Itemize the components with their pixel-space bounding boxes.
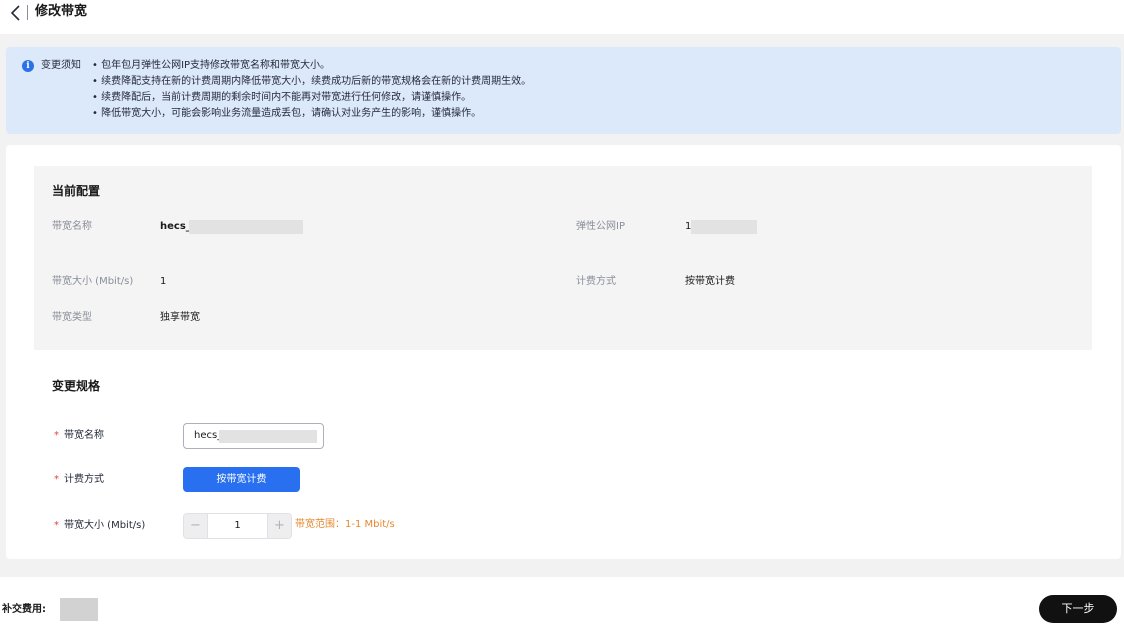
notice-item: 包年包月弹性公网IP支持修改带宽名称和带宽大小。	[92, 58, 531, 74]
footer-bar: 补交费用: 下一步	[0, 577, 1124, 634]
eip-label: 弹性公网IP	[576, 221, 625, 232]
decrement-button[interactable]: −	[184, 514, 208, 538]
name-field-label: * 带宽名称	[54, 430, 104, 441]
notice-list: 包年包月弹性公网IP支持修改带宽名称和带宽大小。 续费降配支持在新的计费周期内降…	[92, 58, 531, 122]
billing-field-label: * 计费方式	[54, 474, 104, 485]
bandwidth-size-input[interactable]: 1	[208, 514, 267, 538]
current-config-title: 当前配置	[52, 184, 101, 198]
redacted-mask	[691, 220, 757, 234]
redacted-mask	[189, 220, 303, 234]
fee-label: 补交费用:	[2, 604, 46, 615]
title-divider	[27, 5, 28, 20]
bandwidth-name-input-value: hecs_	[194, 430, 223, 441]
bandwidth-type-value: 独享带宽	[160, 312, 200, 323]
page-title: 修改带宽	[35, 4, 88, 19]
top-bar: 修改带宽	[0, 0, 1124, 34]
notice-item: 续费降配后，当前计费周期的剩余时间内不能再对带宽进行任何修改，请谨慎操作。	[92, 90, 531, 106]
size-field-label: * 带宽大小 (Mbit/s)	[54, 520, 146, 531]
current-config-panel: 当前配置 带宽名称 hecs_ 弹性公网IP 1 带宽大小 (Mbit/s) 1…	[34, 166, 1092, 350]
required-mark: *	[54, 520, 59, 531]
redacted-mask	[219, 430, 317, 443]
bandwidth-size-label: 带宽大小 (Mbit/s)	[52, 276, 134, 287]
billing-mode-label: 计费方式	[576, 276, 616, 287]
required-mark: *	[54, 430, 59, 441]
change-notice-banner: i 变更须知 包年包月弹性公网IP支持修改带宽名称和带宽大小。 续费降配支持在新…	[6, 47, 1121, 134]
notice-item: 降低带宽大小，可能会影响业务流量造成丢包，请确认对业务产生的影响，谨慎操作。	[92, 106, 531, 122]
change-spec-title: 变更规格	[52, 379, 101, 393]
next-step-button[interactable]: 下一步	[1039, 595, 1117, 623]
increment-button[interactable]: +	[267, 514, 291, 538]
billing-by-bandwidth-button[interactable]: 按带宽计费	[183, 467, 300, 492]
bandwidth-type-label: 带宽类型	[52, 312, 92, 323]
bandwidth-name-label: 带宽名称	[52, 221, 92, 232]
bandwidth-name-value: hecs_	[160, 221, 191, 232]
fee-amount-redacted	[60, 598, 98, 621]
bandwidth-range-hint: 带宽范围：1-1 Mbit/s	[295, 519, 395, 530]
notice-item: 续费降配支持在新的计费周期内降低带宽大小，续费成功后新的带宽规格会在新的计费周期…	[92, 74, 531, 90]
chevron-left-icon[interactable]	[8, 4, 24, 22]
required-mark: *	[54, 474, 59, 485]
bandwidth-name-input[interactable]: hecs_	[183, 423, 324, 449]
info-icon: i	[22, 60, 34, 72]
bandwidth-size-stepper: − 1 +	[183, 513, 292, 539]
billing-mode-value: 按带宽计费	[685, 276, 735, 287]
notice-label: 变更须知	[41, 60, 81, 71]
config-card: 当前配置 带宽名称 hecs_ 弹性公网IP 1 带宽大小 (Mbit/s) 1…	[6, 145, 1121, 559]
bandwidth-size-value: 1	[160, 276, 167, 287]
